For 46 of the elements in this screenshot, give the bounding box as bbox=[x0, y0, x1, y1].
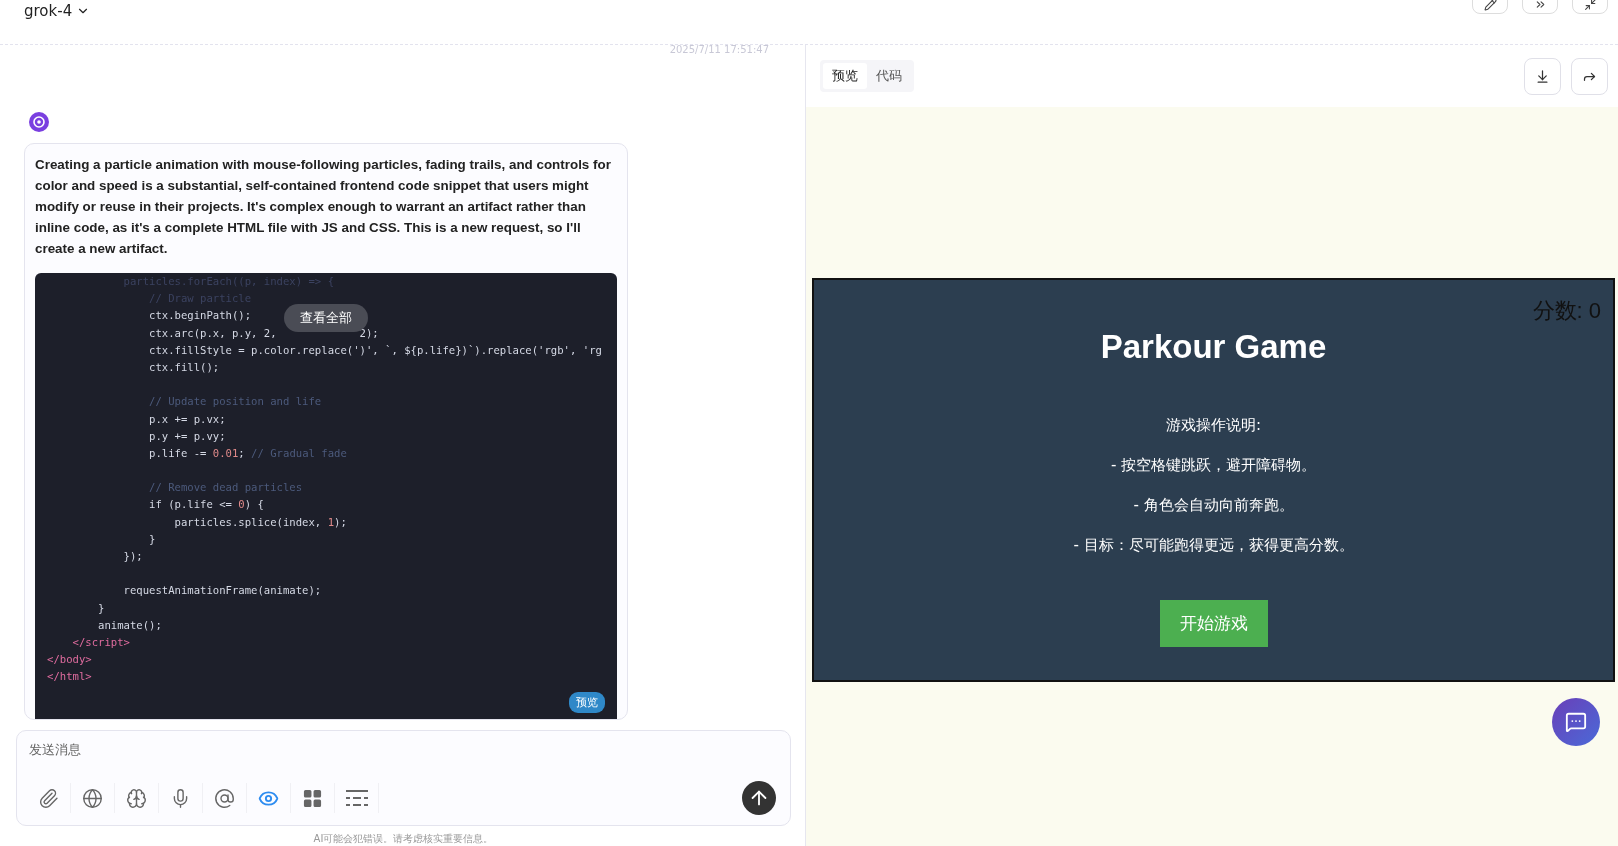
send-button[interactable] bbox=[742, 781, 776, 815]
model-selector[interactable]: grok-4 bbox=[24, 2, 91, 20]
code-line: </html> bbox=[47, 669, 92, 685]
code-line: animate(); bbox=[97, 617, 162, 633]
code-line: ctx.fill(); bbox=[148, 359, 220, 375]
instruction-text: - 角色会自动向前奔跑。 bbox=[1133, 496, 1294, 515]
code-line: }); bbox=[122, 549, 143, 564]
chat-bubble-icon bbox=[1565, 711, 1587, 733]
assistant-avatar-icon bbox=[28, 111, 50, 133]
grid-icon bbox=[302, 787, 323, 809]
brain-icon bbox=[126, 787, 147, 809]
chat-button[interactable] bbox=[1552, 698, 1600, 746]
game-title: Parkour Game bbox=[1100, 328, 1327, 366]
code-line: // Update position and life bbox=[148, 394, 322, 410]
message-text: Creating a particle animation with mouse-following particles, fading trails, and controls for color and speed is a substantial, self-contained frontend code snippet that users might modify or reuse in their projects. It's complex enough to warrant an artifact rather than inline code, as it's a complete HTML file with JS and CSS. This is a new request, so I'll create a new artifact. bbox=[35, 156, 612, 258]
pencil-icon bbox=[1483, 0, 1497, 11]
disclaimer-text: AI可能会犯错误。请考虑核实重要信息。 bbox=[312, 832, 495, 846]
code-line: requestAnimationFrame(animate); bbox=[122, 583, 322, 599]
code-line: p.life -= 0.01; // Gradual fade bbox=[148, 445, 347, 461]
message-input[interactable]: 发送消息 bbox=[27, 741, 776, 758]
code-line: // Remove dead particles bbox=[148, 480, 303, 496]
score-text: 分数: 0 bbox=[1532, 297, 1601, 325]
download-icon bbox=[1535, 68, 1550, 84]
paperclip-icon bbox=[38, 787, 59, 809]
view-tab[interactable]: 代码 bbox=[867, 63, 911, 89]
instructions-heading: 游戏操作说明: bbox=[1165, 416, 1262, 435]
code-line: ctx.beginPath(); bbox=[148, 308, 252, 324]
instruction-text: - 目标：尽可能跑得更远，获得更高分数。 bbox=[1073, 536, 1354, 555]
code-line: } bbox=[97, 600, 105, 616]
code-line: p.y += p.vy; bbox=[148, 428, 226, 444]
code-line: } bbox=[148, 531, 156, 547]
code-line: </script> bbox=[71, 634, 130, 650]
code-text: ctx.arc(p.x, p.y, 2, bbox=[148, 326, 277, 339]
code-line: </body> bbox=[47, 652, 92, 668]
at-sign-icon bbox=[214, 787, 235, 809]
collapse-icon bbox=[1583, 0, 1597, 11]
download-button[interactable] bbox=[1524, 57, 1561, 95]
instruction-text: - 按空格键跳跃，避开障碍物。 bbox=[1110, 456, 1317, 475]
view-tab[interactable]: 预览 bbox=[823, 63, 867, 89]
code-line: if (p.life <= 0) { bbox=[148, 497, 264, 513]
code-line: p.x += p.vx; bbox=[148, 411, 226, 427]
globe-icon bbox=[82, 787, 103, 809]
preview-badge[interactable]: 预览 bbox=[569, 691, 605, 713]
code-line: ctx.fillStyle = p.color.replace(')', `, ${p.life})`).replace('rgb', 'rg bbox=[148, 342, 602, 358]
dashed-lines-icon bbox=[345, 789, 368, 807]
code-line: particles.splice(index, 1); bbox=[173, 514, 347, 530]
